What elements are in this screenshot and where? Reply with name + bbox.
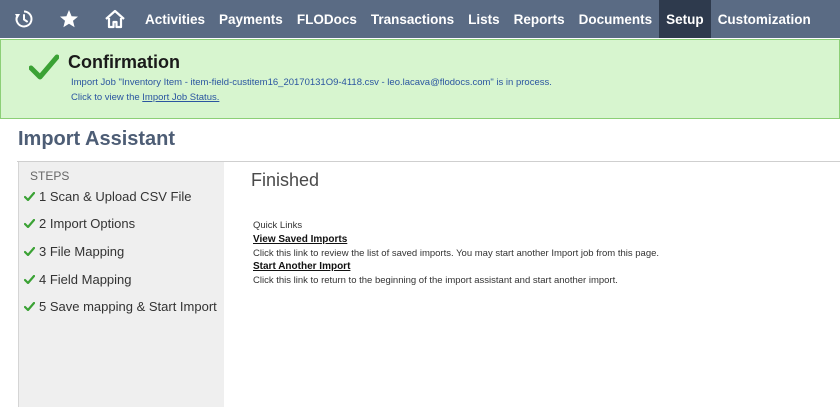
step-save-start-import[interactable]: 5 Save mapping & Start Import [24, 299, 217, 314]
nav-documents[interactable]: Documents [572, 0, 660, 38]
step-label: 3 File Mapping [39, 244, 125, 259]
step-check-icon [24, 192, 36, 201]
page-title: Import Assistant [18, 128, 176, 150]
step-check-icon [24, 275, 36, 284]
nav-transactions[interactable]: Transactions [364, 0, 461, 38]
step-label: 2 Import Options [39, 216, 136, 231]
quick-links-label: Quick Links [253, 220, 303, 231]
nav-reports[interactable]: Reports [507, 0, 572, 38]
step-label: 5 Save mapping & Start Import [39, 299, 217, 314]
step-file-mapping[interactable]: 3 File Mapping [24, 244, 124, 259]
step-label: 4 Field Mapping [39, 272, 132, 287]
step-check-icon [24, 302, 36, 311]
confirmation-message: Import Job "Inventory Item - item-field-… [71, 77, 552, 88]
step-field-mapping[interactable]: 4 Field Mapping [24, 272, 132, 287]
step-import-options[interactable]: 2 Import Options [24, 216, 135, 231]
nav-lists[interactable]: Lists [461, 0, 507, 38]
confirmation-banner: Confirmation Import Job "Inventory Item … [0, 39, 840, 119]
confirmation-link-line: Click to view the Import Job Status. [71, 92, 219, 103]
home-icon[interactable] [92, 0, 138, 38]
checkmark-icon [28, 54, 60, 85]
nav-flodocs[interactable]: FLODocs [290, 0, 364, 38]
import-job-status-link[interactable]: Import Job Status. [142, 92, 219, 103]
star-icon[interactable] [46, 0, 92, 38]
steps-panel: STEPS 1 Scan & Upload CSV File 2 Import … [18, 162, 224, 407]
nav-customization[interactable]: Customization [711, 0, 818, 38]
nav-payments[interactable]: Payments [212, 0, 290, 38]
main-content: Finished Quick Links View Saved Imports … [224, 162, 840, 407]
step-check-icon [24, 247, 36, 256]
nav-setup[interactable]: Setup [659, 0, 711, 38]
step-scan-upload[interactable]: 1 Scan & Upload CSV File [24, 189, 191, 204]
confirmation-link-prefix: Click to view the [71, 92, 143, 103]
steps-header: STEPS [30, 169, 70, 183]
recent-icon[interactable] [2, 0, 46, 38]
finished-heading: Finished [251, 170, 320, 190]
start-another-import-description: Click this link to return to the beginni… [253, 275, 618, 286]
view-saved-imports-link[interactable]: View Saved Imports [253, 234, 347, 245]
confirmation-title: Confirmation [68, 52, 180, 72]
start-another-import-link[interactable]: Start Another Import [253, 261, 350, 272]
top-nav: Activities Payments FLODocs Transactions… [0, 0, 840, 38]
step-label: 1 Scan & Upload CSV File [39, 189, 192, 204]
step-check-icon [24, 219, 36, 228]
nav-activities[interactable]: Activities [138, 0, 212, 38]
view-saved-imports-description: Click this link to review the list of sa… [253, 248, 660, 259]
